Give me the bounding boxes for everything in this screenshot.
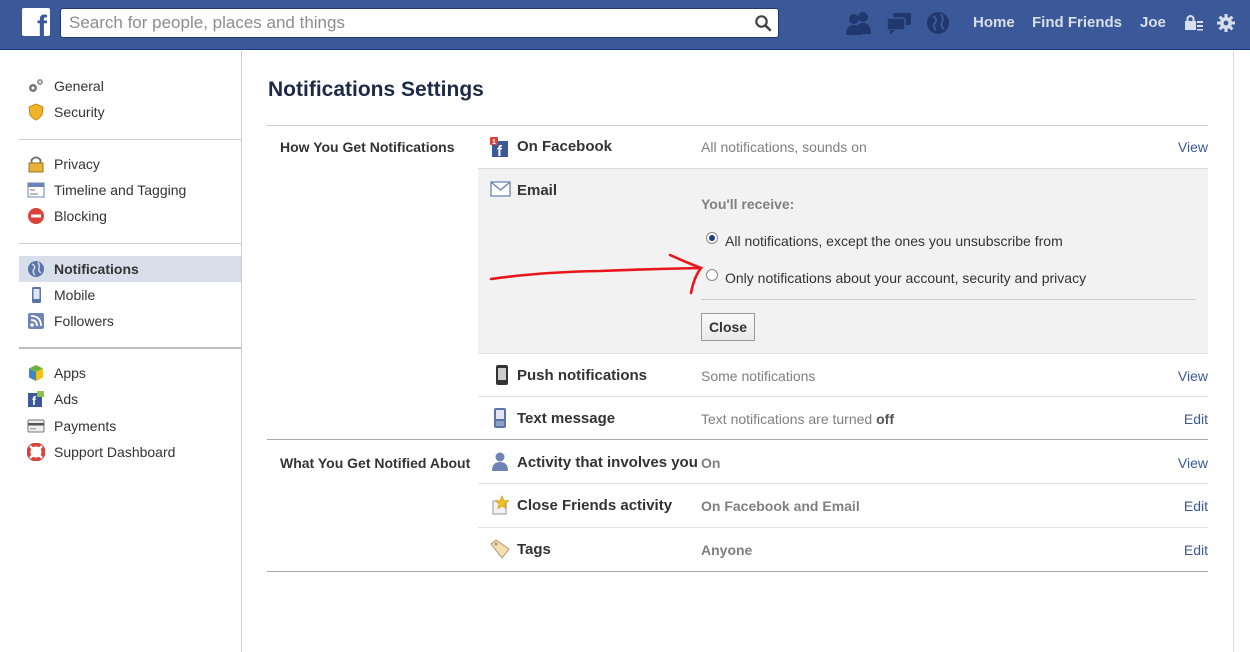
edit-tags-link[interactable]: Edit <box>1184 542 1208 558</box>
badge-icon <box>28 103 44 121</box>
section-label-how: How You Get Notifications <box>280 139 455 155</box>
rss-icon <box>28 313 44 329</box>
close-button[interactable]: Close <box>701 313 755 341</box>
sidebar-item-label: Payments <box>54 418 117 434</box>
credit-card-icon <box>27 419 45 433</box>
row-activity-value: On <box>701 455 721 471</box>
annotation-arrow <box>489 253 704 295</box>
sidebar-item-payments[interactable]: Payments <box>19 413 241 439</box>
sidebar-item-support-dashboard[interactable]: Support Dashboard <box>19 439 241 465</box>
blocking-icon <box>28 208 44 224</box>
facebook-notification-icon: f 1 <box>490 137 508 157</box>
row-tags-value: Anyone <box>701 542 753 558</box>
sidebar-item-notifications[interactable]: Notifications <box>19 256 241 282</box>
section-divider <box>267 571 1208 572</box>
page-title: Notifications Settings <box>268 78 484 101</box>
settings-gear-icon[interactable] <box>1216 13 1236 33</box>
facebook-logo[interactable]: f <box>22 8 50 36</box>
search-box <box>60 8 779 38</box>
radio-all-notifications-label[interactable]: All notifications, except the ones you u… <box>725 233 1063 249</box>
globe-icon <box>28 261 44 277</box>
top-bar: f Home Find Friends Joe <box>0 0 1250 50</box>
nav-find-friends-link[interactable]: Find Friends <box>1032 14 1122 31</box>
search-input[interactable] <box>69 12 749 34</box>
sidebar-divider <box>19 347 241 349</box>
row-divider <box>478 527 1208 528</box>
sidebar-item-followers[interactable]: Followers <box>19 308 241 334</box>
svg-text:1: 1 <box>492 139 496 146</box>
content-border <box>1233 51 1234 652</box>
sidebar-divider <box>19 243 241 244</box>
view-on-facebook-link[interactable]: View <box>1178 139 1208 155</box>
sidebar-item-label: General <box>54 78 104 94</box>
ads-icon: f <box>28 391 44 408</box>
row-tags-label: Tags <box>517 541 551 558</box>
sidebar-divider <box>19 139 241 140</box>
lifebuoy-icon <box>27 443 45 461</box>
sidebar-item-label: Notifications <box>54 261 139 277</box>
timeline-icon <box>27 182 45 198</box>
row-close-friends-label: Close Friends activity <box>517 497 673 514</box>
tag-icon <box>490 539 510 559</box>
nav-home-link[interactable]: Home <box>973 14 1015 31</box>
section-label-what: What You Get Notified About <box>280 455 471 471</box>
cell-phone-icon <box>494 408 506 428</box>
mobile-icon <box>32 287 41 303</box>
sidebar-item-label: Followers <box>54 313 114 329</box>
settings-sidebar: General Security Privacy Timeline and Ta… <box>0 51 242 652</box>
sidebar-item-apps[interactable]: Apps <box>19 360 241 386</box>
gears-icon <box>29 79 43 92</box>
sidebar-item-timeline-and-tagging[interactable]: Timeline and Tagging <box>19 177 241 203</box>
row-divider <box>478 483 1208 484</box>
sidebar-item-ads[interactable]: f Ads <box>19 386 241 412</box>
sidebar-item-label: Support Dashboard <box>54 444 176 460</box>
person-icon <box>492 452 508 471</box>
search-icon[interactable] <box>754 14 772 32</box>
notifications-globe-icon[interactable] <box>924 10 952 36</box>
sidebar-item-label: Security <box>54 104 105 120</box>
messages-icon[interactable] <box>885 10 913 36</box>
youll-receive-label: You'll receive: <box>701 196 795 212</box>
sidebar-item-label: Privacy <box>54 156 100 172</box>
row-divider <box>478 353 1208 354</box>
sidebar-item-blocking[interactable]: Blocking <box>19 203 241 229</box>
lock-icon <box>28 156 44 173</box>
sidebar-item-privacy[interactable]: Privacy <box>19 151 241 177</box>
row-on-facebook-value: All notifications, sounds on <box>701 139 867 155</box>
section-divider <box>267 439 1208 440</box>
row-activity-label: Activity that involves you <box>517 454 698 471</box>
nav-profile-link[interactable]: Joe <box>1140 14 1166 31</box>
row-text-message-value: Text notifications are turned off <box>701 411 894 427</box>
sidebar-item-label: Ads <box>54 391 79 407</box>
privacy-shortcuts-lock-icon[interactable] <box>1184 13 1204 33</box>
row-text-message-label: Text message <box>517 410 616 427</box>
sidebar-item-security[interactable]: Security <box>19 99 241 125</box>
sidebar-item-label: Apps <box>54 365 86 381</box>
row-email-label: Email <box>517 182 558 199</box>
friend-requests-icon[interactable] <box>845 10 873 36</box>
radio-all-notifications[interactable] <box>706 232 718 244</box>
panel-divider <box>701 299 1196 300</box>
edit-close-friends-link[interactable]: Edit <box>1184 498 1208 514</box>
sidebar-item-general[interactable]: General <box>19 73 241 99</box>
sidebar-item-label: Mobile <box>54 287 96 303</box>
cube-icon <box>29 365 43 381</box>
row-push-label: Push notifications <box>517 367 648 384</box>
sidebar-item-mobile[interactable]: Mobile <box>19 282 241 308</box>
sidebar-item-label: Blocking <box>54 208 107 224</box>
sidebar-item-label: Timeline and Tagging <box>54 182 187 198</box>
row-push-value: Some notifications <box>701 368 816 384</box>
edit-text-message-link[interactable]: Edit <box>1184 411 1208 427</box>
row-divider <box>478 168 1208 169</box>
row-on-facebook-label: On Facebook <box>517 138 613 155</box>
close-friends-star-icon <box>492 495 510 515</box>
view-push-link[interactable]: View <box>1178 368 1208 384</box>
row-divider <box>478 396 1208 397</box>
mobile-phone-icon <box>496 365 508 385</box>
view-activity-link[interactable]: View <box>1178 455 1208 471</box>
section-divider <box>267 125 1208 126</box>
envelope-icon <box>490 181 511 197</box>
row-close-friends-value: On Facebook and Email <box>701 498 860 514</box>
radio-account-only-label[interactable]: Only notifications about your account, s… <box>725 270 1086 286</box>
